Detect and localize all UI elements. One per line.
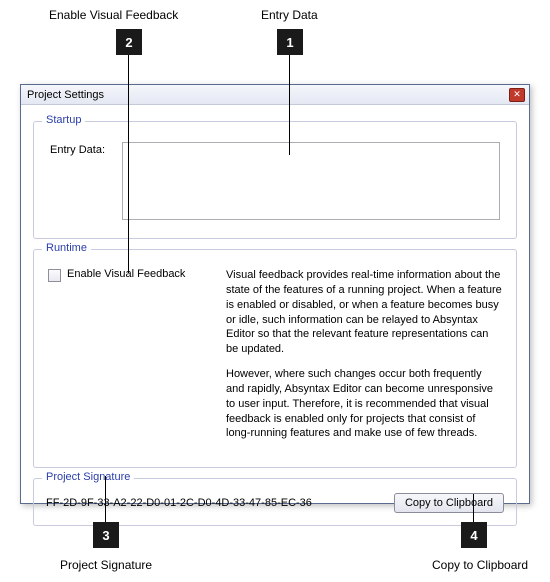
startup-legend: Startup — [42, 114, 85, 126]
project-settings-dialog: Project Settings ✕ Startup Entry Data: R… — [20, 84, 530, 504]
project-signature-value: FF-2D-9F-33-A2-22-D0-01-2C-D0-4D-33-47-8… — [46, 497, 394, 509]
runtime-description: Visual feedback provides real-time infor… — [226, 268, 502, 451]
dialog-title: Project Settings — [27, 89, 509, 101]
startup-group: Startup Entry Data: — [33, 121, 517, 239]
enable-visual-feedback-checkbox[interactable]: Enable Visual Feedback — [48, 268, 208, 451]
titlebar: Project Settings ✕ — [21, 85, 529, 105]
project-signature-legend: Project Signature — [42, 471, 134, 483]
checkbox-icon — [48, 269, 61, 282]
runtime-desc-p1: Visual feedback provides real-time infor… — [226, 268, 502, 357]
annotation-label-1: Entry Data — [261, 8, 318, 22]
annotation-line-4 — [473, 494, 474, 522]
runtime-legend: Runtime — [42, 242, 91, 254]
annotation-box-3: 3 — [93, 522, 119, 548]
runtime-group: Runtime Enable Visual Feedback Visual fe… — [33, 249, 517, 468]
checkbox-label: Enable Visual Feedback — [67, 268, 185, 280]
annotation-box-4: 4 — [461, 522, 487, 548]
annotation-label-3: Project Signature — [60, 558, 152, 572]
close-button[interactable]: ✕ — [509, 88, 525, 102]
runtime-desc-p2: However, where such changes occur both f… — [226, 367, 502, 441]
copy-to-clipboard-button[interactable]: Copy to Clipboard — [394, 493, 504, 513]
annotation-line-3 — [105, 476, 106, 522]
annotation-label-4: Copy to Clipboard — [432, 558, 528, 572]
annotation-label-2: Enable Visual Feedback — [49, 8, 178, 22]
annotation-box-2: 2 — [116, 29, 142, 55]
annotation-line-2 — [128, 55, 129, 273]
annotation-line-1 — [289, 55, 290, 155]
entry-data-input[interactable] — [122, 142, 500, 220]
annotation-box-1: 1 — [277, 29, 303, 55]
entry-data-label: Entry Data: — [50, 142, 114, 156]
